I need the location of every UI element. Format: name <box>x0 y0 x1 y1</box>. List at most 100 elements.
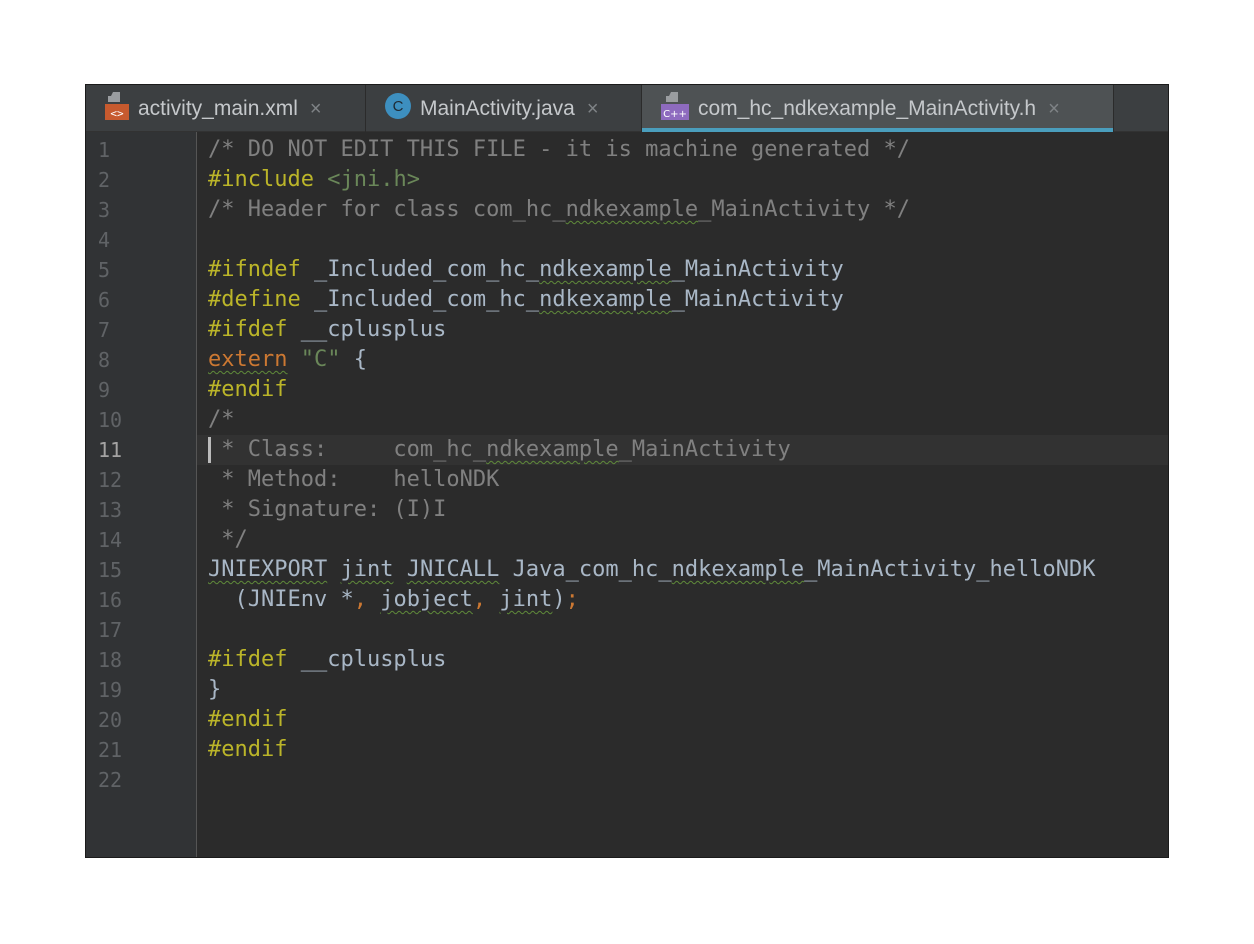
code-token: JNICALL <box>406 557 500 582</box>
line-number: 20 <box>98 708 123 732</box>
code-token: jobject <box>380 587 473 612</box>
code-line: #endif <box>208 705 287 735</box>
code-token: __cplusplus <box>300 317 447 342</box>
code-token: ndkexample <box>486 437 619 462</box>
code-token: jint <box>499 587 553 612</box>
code-token: * Class: com_hc_ <box>208 437 487 462</box>
line-number-gutter[interactable]: 1 2 3 4 5 6 7 8 9 10 11 12 13 14 15 16 17 18 19 20 21 22 <box>86 132 197 857</box>
code-line: * Signature: (I)I <box>208 495 446 525</box>
tab-jni-header[interactable]: C++ com_hc_ndkexample_MainActivity.h × <box>642 85 1114 132</box>
code-line: * Method: helloNDK <box>208 465 499 495</box>
line-number: 10 <box>98 408 123 432</box>
tab-label: activity_main.xml <box>138 96 298 120</box>
code-token: /* Header for class com_hc_ <box>208 197 566 222</box>
code-token: (JNIEnv * <box>208 587 354 612</box>
code-line: extern "C" { <box>208 345 367 375</box>
svg-text:C: C <box>393 98 404 115</box>
code-line: /* Header for class com_hc_ndkexample_Ma… <box>208 195 910 225</box>
code-token: _Included_com_hc_ <box>313 287 540 312</box>
code-line: #endif <box>208 735 287 765</box>
java-class-icon: C <box>384 92 412 126</box>
tab-bar: <> activity_main.xml × C MainActivity.ja… <box>86 85 1168 132</box>
editor-window: <> activity_main.xml × C MainActivity.ja… <box>85 84 1169 858</box>
xml-file-icon: <> <box>104 91 130 127</box>
code-line: * Class: com_hc_ndkexample_MainActivity <box>208 435 791 465</box>
line-number: 1 <box>98 138 111 162</box>
code-token: , <box>353 587 381 612</box>
line-number: 14 <box>98 528 123 552</box>
line-number: 7 <box>98 318 111 342</box>
code-token: { <box>340 347 367 372</box>
close-icon[interactable]: × <box>587 99 599 119</box>
code-token: jint <box>340 557 394 582</box>
code-line: JNIEXPORT jint JNICALL Java_com_hc_ndkex… <box>208 555 1095 585</box>
line-number: 15 <box>98 558 123 582</box>
code-token: ) <box>552 587 566 612</box>
line-number: 16 <box>98 588 123 612</box>
code-line: /* DO NOT EDIT THIS FILE - it is machine… <box>208 135 910 165</box>
line-number: 18 <box>98 648 123 672</box>
line-number: 19 <box>98 678 123 702</box>
code-line: #ifndef _Included_com_hc_ndkexample_Main… <box>208 255 844 285</box>
code-token: extern <box>208 347 288 372</box>
code-line: (JNIEnv *, jobject, jint); <box>208 585 579 615</box>
code-token: #ifndef <box>208 257 314 282</box>
line-number: 8 <box>98 348 111 372</box>
code-token: #endif <box>208 737 288 762</box>
line-number: 22 <box>98 768 123 792</box>
line-number: 11 <box>98 438 123 462</box>
tab-activity-main-xml[interactable]: <> activity_main.xml × <box>86 85 366 132</box>
svg-text:<>: <> <box>110 107 124 120</box>
code-token: _Included_com_hc_ <box>313 257 540 282</box>
code-token: JNIEXPORT <box>208 557 328 582</box>
code-line: } <box>208 675 221 705</box>
code-token: /* <box>208 407 235 432</box>
code-token: _MainActivity <box>618 437 791 462</box>
code-token: * Signature: (I)I <box>208 497 447 522</box>
code-token: _MainActivity <box>671 287 844 312</box>
code-token: _MainActivity */ <box>698 197 910 222</box>
line-number: 6 <box>98 288 111 312</box>
code-token: #ifdef <box>208 647 301 672</box>
code-line: */ <box>208 525 248 555</box>
code-token: ndkexample <box>671 557 805 582</box>
code-token: #ifdef <box>208 317 301 342</box>
code-token: #include <box>208 167 328 192</box>
code-token: * Method: helloNDK <box>208 467 500 492</box>
code-token: ndkexample <box>539 287 672 312</box>
close-icon[interactable]: × <box>310 99 322 119</box>
code-token: #define <box>208 287 314 312</box>
code-token: #endif <box>208 707 288 732</box>
code-line: #define _Included_com_hc_ndkexample_Main… <box>208 285 844 315</box>
code-token: /* DO NOT EDIT THIS FILE - it is machine… <box>208 137 910 162</box>
line-number: 12 <box>98 468 123 492</box>
code-token: _MainActivity_helloNDK <box>804 557 1096 582</box>
line-number: 13 <box>98 498 123 522</box>
line-number: 4 <box>98 228 111 252</box>
code-token: , <box>472 587 500 612</box>
code-token: <jni.h> <box>327 167 420 192</box>
line-number: 3 <box>98 198 111 222</box>
code-token: ; <box>565 587 579 612</box>
code-line: #ifdef __cplusplus <box>208 315 446 345</box>
code-token: #endif <box>208 377 288 402</box>
code-line: #endif <box>208 375 287 405</box>
code-token: } <box>208 677 222 702</box>
code-token: "C" <box>300 347 341 372</box>
code-token: ndkexample <box>539 257 672 282</box>
tab-label: com_hc_ndkexample_MainActivity.h <box>698 96 1037 120</box>
code-line: #ifdef __cplusplus <box>208 645 446 675</box>
tab-mainactivity-java[interactable]: C MainActivity.java × <box>366 85 642 132</box>
line-number: 17 <box>98 618 123 642</box>
code-token: __cplusplus <box>300 647 447 672</box>
tab-label: MainActivity.java <box>420 96 575 120</box>
code-token: _MainActivity <box>671 257 844 282</box>
cpp-header-file-icon: C++ <box>660 91 690 127</box>
code-line: /* <box>208 405 235 435</box>
code-editor[interactable]: /* DO NOT EDIT THIS FILE - it is machine… <box>197 132 1168 857</box>
close-icon[interactable]: × <box>1048 99 1060 119</box>
code-token: ndkexample <box>565 197 699 222</box>
